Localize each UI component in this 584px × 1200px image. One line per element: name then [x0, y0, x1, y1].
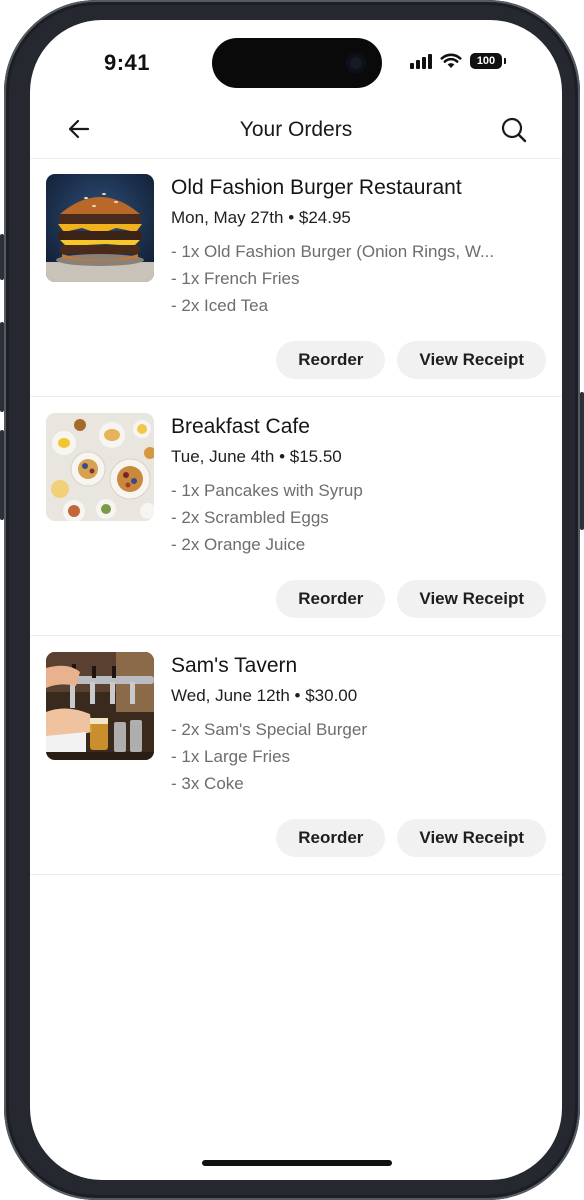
reorder-button[interactable]: Reorder: [276, 341, 386, 379]
order-date: Wed, June 12th: [171, 686, 290, 705]
order-item: - 1x French Fries: [171, 269, 300, 288]
order-item: - 2x Orange Juice: [171, 535, 306, 554]
order-meta: Wed, June 12th • $30.00: [171, 685, 548, 707]
order-card: Breakfast Cafe Tue, June 4th • $15.50 - …: [30, 397, 562, 636]
status-icons: 100: [410, 53, 506, 69]
order-card: Old Fashion Burger Restaurant Mon, May 2…: [30, 158, 562, 397]
restaurant-name: Old Fashion Burger Restaurant: [171, 176, 462, 199]
order-date: Tue, June 4th: [171, 447, 275, 466]
order-info: Sam's Tavern Wed, June 12th • $30.00 - 2…: [171, 653, 548, 797]
order-items: - 1x Old Fashion Burger (Onion Rings, W.…: [171, 238, 548, 319]
order-total: $30.00: [305, 686, 358, 705]
order-items: - 1x Pancakes with Syrup - 2x Scrambled …: [171, 477, 548, 558]
orders-list: Old Fashion Burger Restaurant Mon, May 2…: [30, 158, 562, 875]
reorder-button[interactable]: Reorder: [276, 580, 386, 618]
page-title: Your Orders: [239, 118, 353, 141]
burger-photo: [46, 174, 154, 282]
order-meta: Mon, May 27th • $24.95: [171, 207, 548, 229]
breakfast-table-photo: [46, 413, 154, 521]
battery-level: 100: [476, 55, 496, 67]
order-item: - 1x Pancakes with Syrup: [171, 481, 363, 500]
order-card: Sam's Tavern Wed, June 12th • $30.00 - 2…: [30, 636, 562, 875]
order-meta: Tue, June 4th • $15.50: [171, 446, 548, 468]
search-icon[interactable]: [500, 116, 528, 144]
order-actions: Reorder View Receipt: [276, 580, 546, 618]
dynamic-island: [212, 38, 382, 88]
order-item: - 2x Scrambled Eggs: [171, 508, 329, 527]
view-receipt-button[interactable]: View Receipt: [397, 341, 546, 379]
power-button: [580, 392, 584, 530]
restaurant-name: Breakfast Cafe: [171, 415, 310, 438]
navigation-bar: Your Orders: [30, 108, 562, 159]
cellular-signal-icon: [410, 53, 432, 69]
reorder-button[interactable]: Reorder: [276, 819, 386, 857]
order-item: - 3x Coke: [171, 774, 244, 793]
phone-frame: 9:41 100 Your Orders Old Fashion Burger …: [4, 0, 580, 1200]
phone-device: 9:41 100 Your Orders Old Fashion Burger …: [0, 0, 584, 1200]
order-item: - 2x Iced Tea: [171, 296, 269, 315]
separator-dot: •: [294, 686, 301, 705]
order-date: Mon, May 27th: [171, 208, 284, 227]
restaurant-name: Sam's Tavern: [171, 654, 298, 677]
order-item: - 1x Old Fashion Burger (Onion Rings, W.…: [171, 242, 495, 261]
order-item: - 1x Large Fries: [171, 747, 291, 766]
view-receipt-button[interactable]: View Receipt: [397, 819, 546, 857]
order-total: $15.50: [289, 447, 342, 466]
camera-icon: [346, 53, 366, 73]
order-actions: Reorder View Receipt: [276, 341, 546, 379]
status-time: 9:41: [104, 50, 151, 75]
home-indicator[interactable]: [202, 1160, 392, 1166]
order-items: - 2x Sam's Special Burger - 1x Large Fri…: [171, 716, 548, 797]
bar-tap-photo: [46, 652, 154, 760]
view-receipt-button[interactable]: View Receipt: [397, 580, 546, 618]
order-total: $24.95: [298, 208, 351, 227]
order-info: Old Fashion Burger Restaurant Mon, May 2…: [171, 175, 548, 319]
order-actions: Reorder View Receipt: [276, 819, 546, 857]
screen: 9:41 100 Your Orders Old Fashion Burger …: [30, 20, 562, 1180]
separator-dot: •: [279, 447, 286, 466]
separator-dot: •: [288, 208, 295, 227]
order-info: Breakfast Cafe Tue, June 4th • $15.50 - …: [171, 414, 548, 558]
order-item: - 2x Sam's Special Burger: [171, 720, 367, 739]
wifi-icon: [440, 53, 462, 68]
battery-icon: 100: [470, 53, 506, 69]
